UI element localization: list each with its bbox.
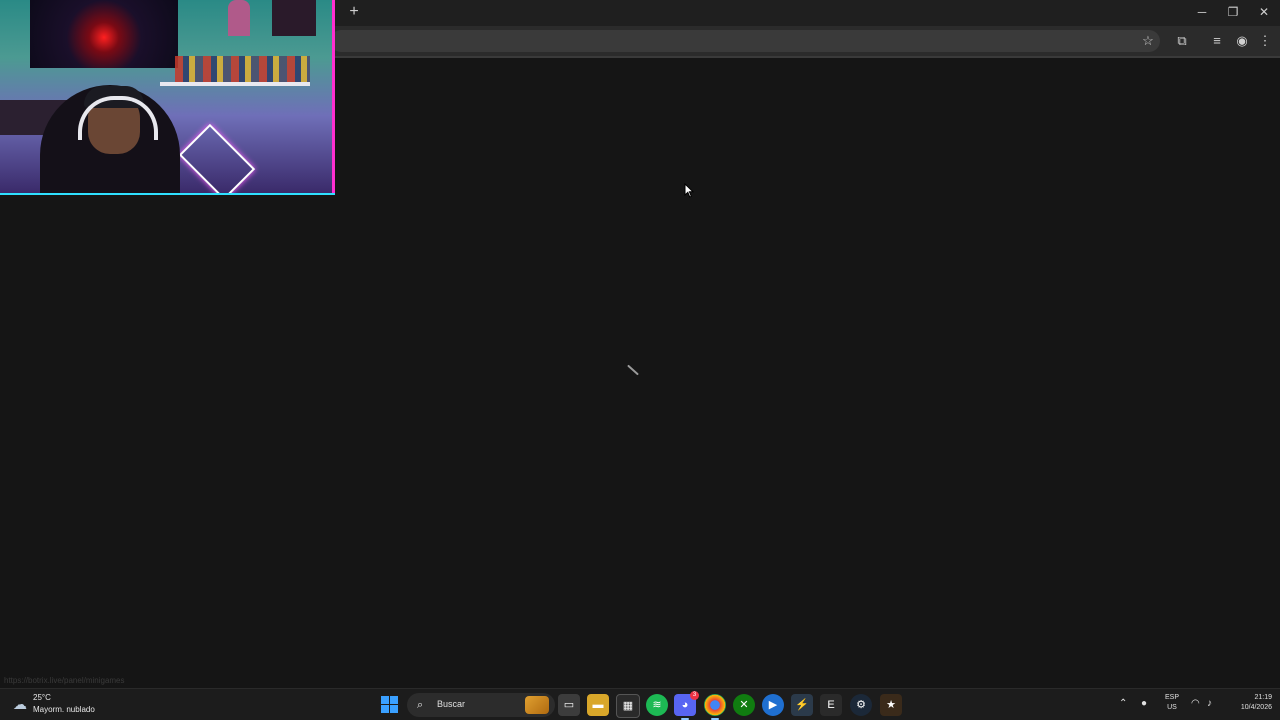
microphone-icon[interactable]: ● <box>1141 697 1147 711</box>
epic-games-icon[interactable]: E <box>820 694 842 716</box>
new-tab-button[interactable]: + <box>345 3 363 21</box>
close-button[interactable]: ✕ <box>1250 3 1278 21</box>
webcam-door <box>228 0 250 36</box>
system-clock[interactable]: 21:19 10/4/2026 <box>1226 693 1272 713</box>
spotify-icon[interactable]: ≋ <box>646 694 668 716</box>
streamlabs-icon[interactable]: ⚡ <box>791 694 813 716</box>
restore-button[interactable]: ❐ <box>1219 3 1247 21</box>
search-icon: ⌕ <box>417 699 424 711</box>
wifi-icon[interactable]: ◠ <box>1191 697 1200 711</box>
weather-temperature[interactable]: 25°C <box>33 693 51 702</box>
media-control-icon[interactable]: ≡ <box>1208 32 1226 50</box>
webcam-poster <box>30 0 178 68</box>
media-player-icon[interactable]: ▶ <box>762 694 784 716</box>
language-secondary: US <box>1167 704 1177 711</box>
app-notification-icon[interactable]: ★ <box>880 694 902 716</box>
discord-icon[interactable]: ◕ 3 <box>674 691 699 720</box>
taskbar: ☁ 25°C Mayorm. nublado ⌕ Buscar ▭ ▬ ▦ ≋ … <box>0 688 1280 720</box>
extensions-icon[interactable]: ⧉ <box>1173 32 1191 50</box>
language-primary: ESP <box>1164 694 1179 701</box>
search-highlight-icon <box>525 696 549 714</box>
webcam-neon-light <box>178 123 256 193</box>
status-url: https://botrix.live/panel/minigames <box>4 676 125 685</box>
show-hidden-icons-chevron-icon[interactable]: ⌃ <box>1119 697 1127 711</box>
minimize-button[interactable]: ─ <box>1188 3 1216 21</box>
volume-icon[interactable]: ♪ <box>1207 697 1212 711</box>
chrome-icon[interactable] <box>704 694 726 720</box>
file-explorer-icon[interactable]: ▭ <box>558 694 580 716</box>
webcam-figures <box>175 56 310 82</box>
weather-cloud-icon[interactable]: ☁ <box>10 695 30 713</box>
profile-icon[interactable]: ◉ <box>1233 32 1251 50</box>
search-placeholder: Buscar <box>437 699 466 709</box>
folder-icon[interactable]: ▬ <box>587 694 609 716</box>
steam-icon[interactable]: ⚙ <box>850 694 872 716</box>
address-bar[interactable] <box>330 30 1160 52</box>
star-icon[interactable]: ☆ <box>1139 32 1157 50</box>
notification-badge: 3 <box>690 691 699 700</box>
start-button[interactable] <box>381 696 398 713</box>
clock-date: 10/4/2026 <box>1240 704 1272 711</box>
mouse-cursor-icon <box>684 182 695 203</box>
language-indicator[interactable]: ESP US <box>1162 693 1182 713</box>
screen: + ─ ❐ ✕ ☆ ⧉ ≡ ◉ ⋮ https://botrix.live/pa… <box>0 0 1280 720</box>
weather-description[interactable]: Mayorm. nublado <box>33 705 95 714</box>
menu-icon[interactable]: ⋮ <box>1256 32 1274 50</box>
store-icon[interactable]: ▦ <box>616 694 640 718</box>
webcam-overlay <box>0 0 335 193</box>
webcam-shelf <box>160 82 310 86</box>
xbox-icon[interactable]: ✕ <box>733 694 755 716</box>
webcam-poster <box>272 0 316 36</box>
clock-time: 21:19 <box>1254 694 1272 701</box>
taskbar-search[interactable]: ⌕ Buscar <box>407 693 555 717</box>
